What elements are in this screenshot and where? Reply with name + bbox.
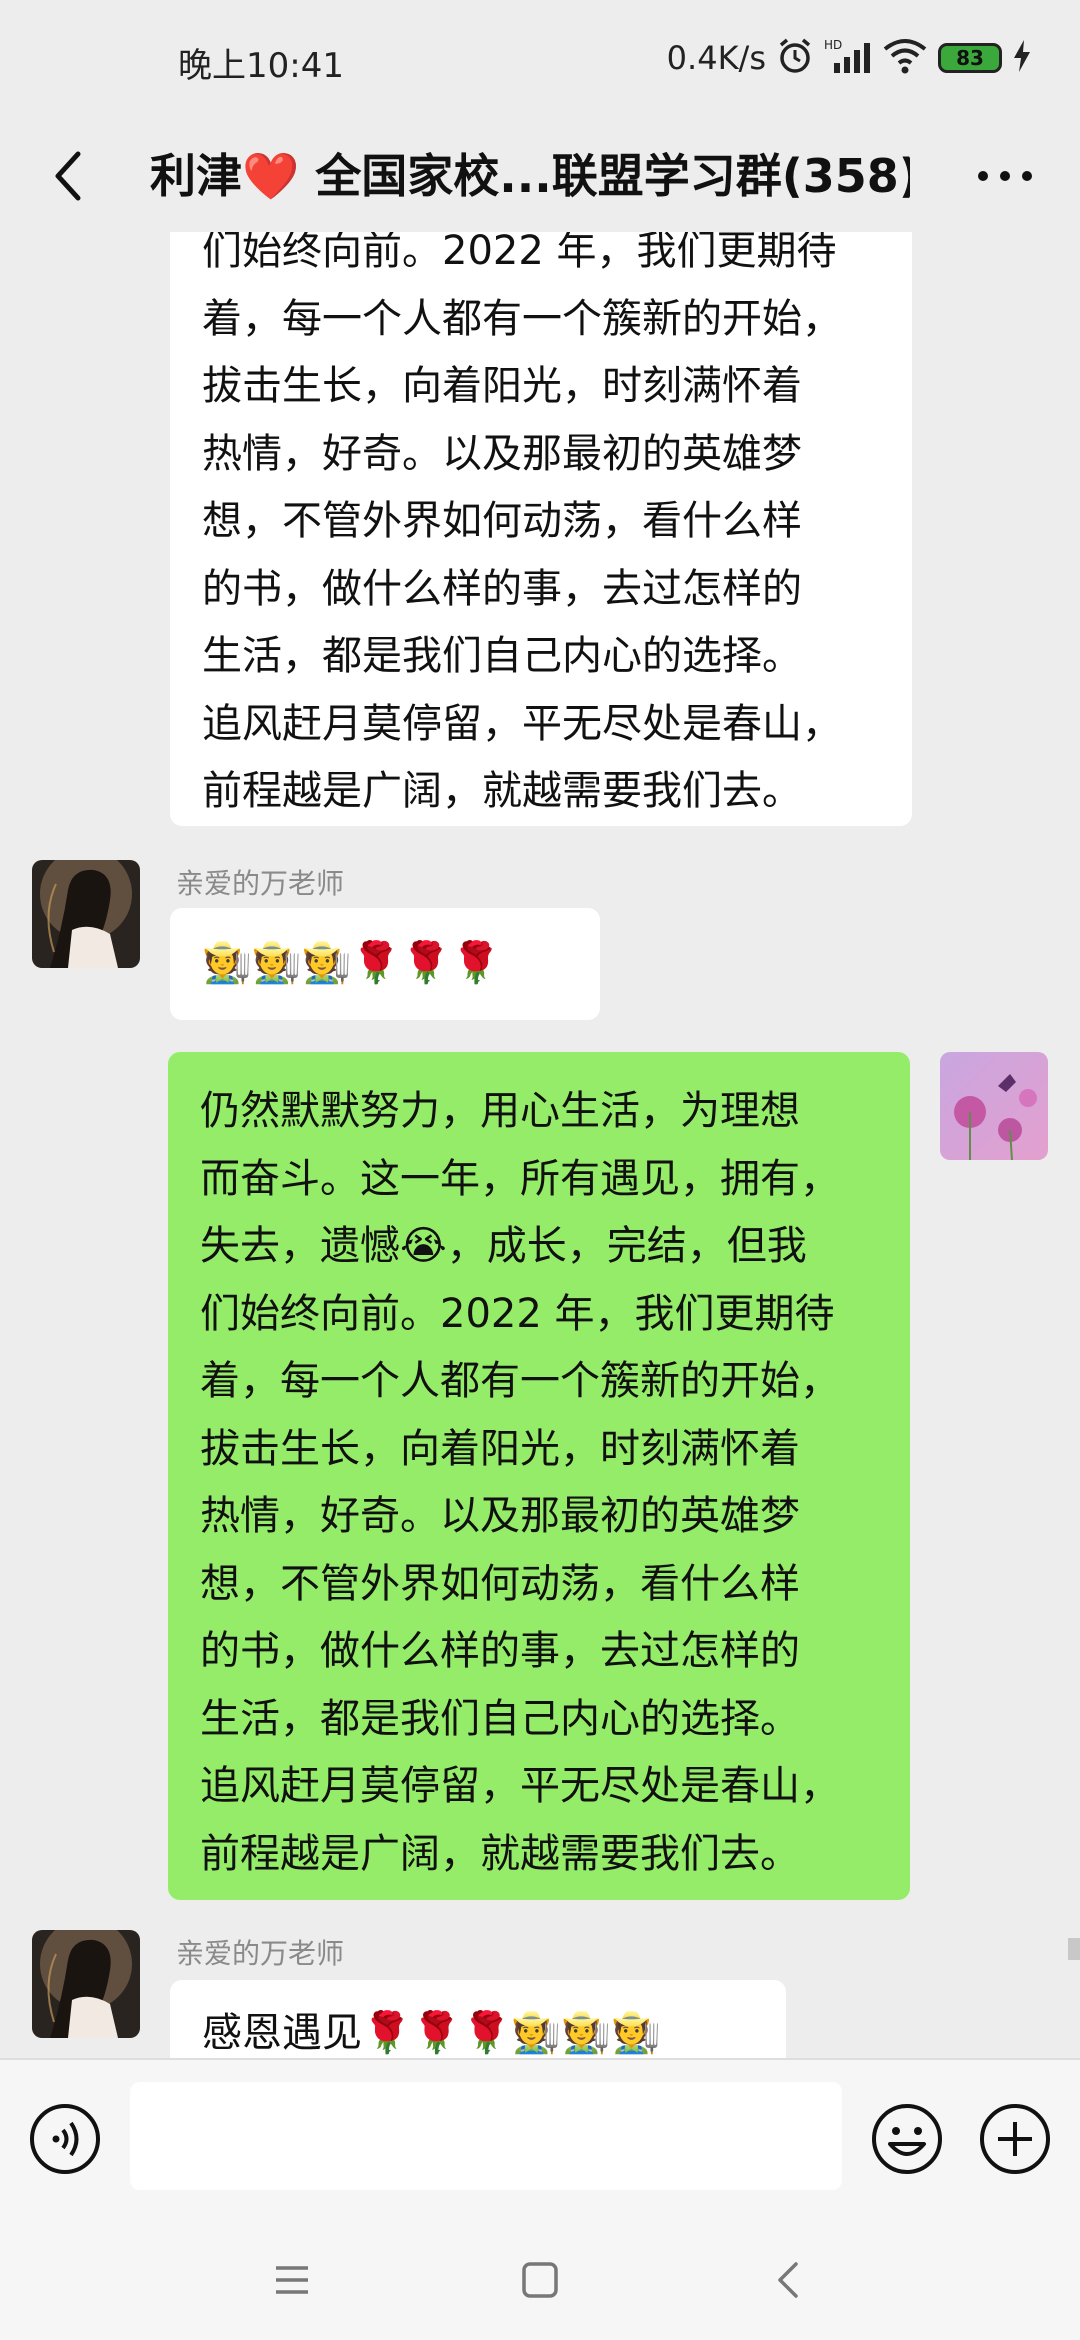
sender-name: 亲爱的万老师: [176, 1937, 345, 1970]
message-text: 仍然默默努力，用心生活，为理想 而奋斗。这一年，所有遇见，拥有， 失去，遗憾😭，…: [200, 1088, 840, 1877]
plus-circle-icon: [980, 2104, 1050, 2174]
voice-icon: [30, 2104, 100, 2174]
menu-button[interactable]: [268, 2256, 316, 2304]
home-button[interactable]: [516, 2256, 564, 2304]
message-bubble-other[interactable]: 感恩遇见🌹🌹🌹🧑‍🌾🧑‍🌾🧑‍🌾: [170, 1980, 786, 2058]
battery-indicator: 83: [938, 43, 1002, 73]
avatar[interactable]: [32, 860, 140, 968]
menu-icon: [276, 2266, 308, 2294]
wifi-icon: [882, 37, 928, 79]
system-back-button[interactable]: [764, 2256, 812, 2304]
sender-name: 亲爱的万老师: [176, 867, 345, 900]
status-icons: 0.4K/s HD 83: [667, 36, 1032, 80]
status-bar: 晚上10:41 0.4K/s HD 83: [0, 0, 1080, 120]
chat-title: 利津❤️ 全国家校...联盟学习群(358): [150, 149, 910, 203]
message-input[interactable]: [130, 2082, 842, 2190]
more-button[interactable]: [960, 136, 1050, 216]
more-dots-icon: [978, 171, 1032, 181]
message-list[interactable]: 们始终向前。2022 年，我们更期待 着，每一个人都有一个簇新的开始， 拔击生长…: [0, 232, 1080, 2058]
self-avatar[interactable]: [940, 1052, 1048, 1160]
message-bubble-self[interactable]: 们始终向前。2022 年，我们更期待 着，每一个人都有一个簇新的开始， 拔击生长…: [170, 232, 912, 826]
back-triangle-icon: [778, 2262, 798, 2298]
battery-level: 83: [956, 46, 984, 70]
network-speed: 0.4K/s: [666, 39, 766, 77]
message-bubble-self[interactable]: 仍然默默努力，用心生活，为理想 而奋斗。这一年，所有遇见，拥有， 失去，遗憾😭，…: [168, 1052, 910, 1900]
charging-icon: [1012, 39, 1032, 77]
svg-text:HD: HD: [824, 38, 842, 52]
message-text: 们始终向前。2022 年，我们更期待 着，每一个人都有一个簇新的开始， 拔击生长…: [202, 232, 842, 814]
emoji-button[interactable]: [870, 2102, 944, 2176]
voice-button[interactable]: [28, 2102, 102, 2176]
message-text: 感恩遇见🌹🌹🌹🧑‍🌾🧑‍🌾🧑‍🌾: [202, 2010, 661, 2056]
chevron-left-icon: [55, 151, 81, 201]
signal-icon: HD: [824, 37, 872, 79]
input-bar: [0, 2058, 1080, 2218]
alarm-icon: [776, 37, 814, 79]
more-functions-button[interactable]: [978, 2102, 1052, 2176]
smiley-icon: [872, 2104, 942, 2174]
status-time: 晚上10:41: [178, 46, 344, 86]
scroll-indicator[interactable]: [1068, 1938, 1080, 1960]
back-button[interactable]: [28, 136, 108, 216]
message-text: 🧑‍🌾🧑‍🌾🧑‍🌾🌹🌹🌹: [202, 940, 501, 986]
avatar[interactable]: [32, 1930, 140, 2038]
system-navigation-bar: [0, 2218, 1080, 2340]
message-bubble-other[interactable]: 🧑‍🌾🧑‍🌾🧑‍🌾🌹🌹🌹: [170, 908, 600, 1020]
chat-header: 利津❤️ 全国家校...联盟学习群(358): [0, 120, 1080, 232]
home-square-icon: [522, 2262, 558, 2298]
